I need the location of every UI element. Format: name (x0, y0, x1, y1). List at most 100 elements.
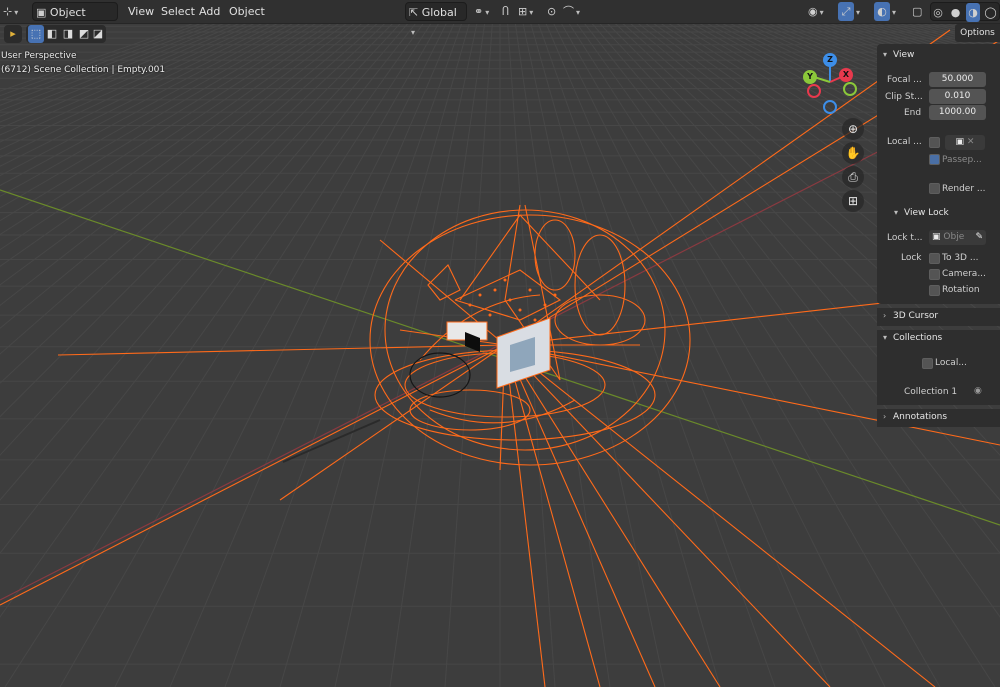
navigation-gizmo[interactable]: Z X Y (800, 52, 862, 118)
z-axis-ball[interactable]: Z (823, 53, 837, 67)
axes-icon: ⊹ (3, 5, 13, 18)
snap-target-button[interactable]: ⊞ ▾ (518, 2, 542, 21)
grid-line (0, 0, 435, 554)
options-tab[interactable]: Options (955, 24, 1000, 42)
focal-length-label: Focal ... (887, 75, 922, 85)
view-panel-header[interactable]: ▾ View (883, 50, 914, 60)
menu-select[interactable]: Select (157, 2, 199, 21)
object-mode-icon: ▣ (36, 6, 47, 19)
grid-line (0, 0, 381, 267)
neg-x-axis-ball[interactable] (807, 84, 821, 98)
collections-panel: ▾ Collections Local... Collection 1 ◉ (877, 330, 1000, 405)
lock-to-3d-cursor-label: To 3D ... (942, 253, 979, 263)
grid-line (0, 0, 327, 159)
grid-line (0, 0, 339, 177)
annotations-panel: › Annotations (877, 409, 1000, 427)
lock-object-placeholder: Obje (943, 232, 965, 242)
solid-shading-icon[interactable]: ● (949, 3, 963, 22)
chevron-down-icon: ▾ (485, 8, 490, 17)
falloff-curve-icon: ⌒ (563, 5, 574, 18)
grid-line (0, 0, 363, 222)
lock-to-3d-cursor-checkbox[interactable] (929, 253, 940, 264)
editor-type-button[interactable]: ⊹ ▾ (3, 2, 27, 21)
chevron-down-icon: ▾ (411, 28, 416, 37)
camera-view-icon[interactable]: ⎙ (842, 166, 864, 188)
gizmo-icon: ⤢ (838, 2, 854, 21)
viewport-header: ⊹▾ ▣ Object Mode ▾ View Select Add Objec… (0, 0, 1000, 38)
transform-orientation[interactable]: ⇱ Global ▾ (405, 2, 467, 37)
collection-info-label: (6712) Scene Collection | Empty.001 (1, 65, 166, 75)
grid-line (4, 0, 447, 687)
chevron-down-icon: ▾ (894, 208, 899, 217)
zoom-icon[interactable]: ⊕ (842, 118, 864, 140)
annotations-header[interactable]: › Annotations (883, 412, 947, 422)
x-axis-line (0, 114, 951, 601)
chevron-down-icon: ▾ (892, 8, 897, 17)
lock-label: Lock (901, 253, 922, 263)
magnet-icon: Ⴖ (502, 5, 509, 18)
visibility-button[interactable]: ◉ ▾ (808, 2, 834, 21)
clip-end-field[interactable]: 1000.00 (929, 105, 986, 120)
select-subtract-icon[interactable]: ◨ (60, 25, 76, 43)
lock-rotation-label: Rotation (942, 285, 980, 295)
collection-visibility-eye-icon[interactable]: ◉ (974, 386, 982, 396)
pivot-icon: ⚭ (474, 5, 484, 18)
collections-header[interactable]: ▾ Collections (883, 333, 942, 343)
3d-cursor-header[interactable]: › 3D Cursor (883, 311, 938, 321)
focal-length-field[interactable]: 50.000 (929, 72, 986, 87)
rendered-shading-icon[interactable]: ◯ (984, 3, 998, 22)
menu-add[interactable]: Add (195, 2, 224, 21)
pivot-point-button[interactable]: ⚭ ▾ (474, 2, 500, 21)
grid-line (59, 0, 453, 687)
x-axis-ball[interactable]: X (839, 68, 853, 82)
local-collections-label: Local... (935, 358, 967, 368)
overlays-icon: ◐ (874, 2, 890, 21)
view-panel: ▾ View Focal ... 50.000 Clip St... 0.010 … (877, 44, 1000, 304)
material-shading-icon[interactable]: ◑ (966, 3, 980, 22)
chevron-down-icon: ▾ (819, 8, 824, 17)
local-camera-checkbox[interactable] (929, 137, 940, 148)
overlays-toggle[interactable]: ◐ ▾ (874, 2, 904, 21)
lock-object-field[interactable]: ▣ Obje ✎ (929, 230, 986, 245)
gizmo-toggle[interactable]: ⤢ ▾ (838, 2, 868, 21)
pan-hand-icon[interactable]: ✋ (842, 142, 864, 164)
orientation-label: Global (421, 6, 457, 19)
grid-line (0, 0, 345, 187)
clip-start-label: Clip St... (885, 92, 923, 102)
lock-rotation-checkbox[interactable] (929, 285, 940, 296)
wireframe-shading-icon[interactable]: ◎ (931, 3, 945, 22)
shading-modes: ◎ ● ◑ ◯ (930, 2, 1000, 22)
xray-toggle[interactable]: ▢ (912, 2, 926, 21)
y-axis-ball[interactable]: Y (803, 70, 817, 84)
mode-selector[interactable]: ▣ Object Mode ▾ (32, 2, 118, 38)
chevron-right-icon: › (883, 311, 887, 320)
eye-icon: ◉ (808, 5, 818, 18)
proportional-edit-toggle[interactable]: ⊙ (547, 2, 561, 21)
falloff-button[interactable]: ⌒ ▾ (563, 2, 587, 21)
chevron-down-icon: ▾ (883, 333, 888, 342)
proportional-icon: ⊙ (547, 5, 557, 18)
local-camera-field[interactable]: ▣ ✕ (945, 135, 985, 150)
collection-1-label[interactable]: Collection 1 (904, 387, 957, 397)
grid-line (529, 0, 776, 687)
select-new-icon[interactable]: ⬚ (28, 25, 44, 43)
view-lock-header[interactable]: ▾ View Lock (894, 208, 949, 218)
local-collections-checkbox[interactable] (922, 358, 933, 369)
view-perspective-label: User Perspective (1, 51, 77, 61)
perspective-toggle-icon[interactable]: ⊞ (842, 190, 864, 212)
select-intersect-icon[interactable]: ◪ (90, 25, 106, 43)
lock-camera-checkbox[interactable] (929, 269, 940, 280)
menu-view[interactable]: View (124, 2, 158, 21)
eyedropper-icon[interactable]: ✎ (975, 230, 986, 245)
neg-z-axis-ball[interactable] (823, 100, 837, 114)
grid-line (0, 0, 321, 151)
select-extend-icon[interactable]: ◧ (44, 25, 60, 43)
tweak-tool[interactable]: ▸ (4, 25, 22, 43)
clip-start-field[interactable]: 0.010 (929, 89, 986, 104)
snap-toggle[interactable]: Ⴖ (502, 2, 516, 21)
neg-y-axis-ball[interactable] (843, 82, 857, 96)
render-region-checkbox[interactable] (929, 183, 940, 194)
passepartout-checkbox[interactable] (929, 154, 940, 165)
menu-object[interactable]: Object (225, 2, 269, 21)
grid-line (0, 0, 351, 197)
